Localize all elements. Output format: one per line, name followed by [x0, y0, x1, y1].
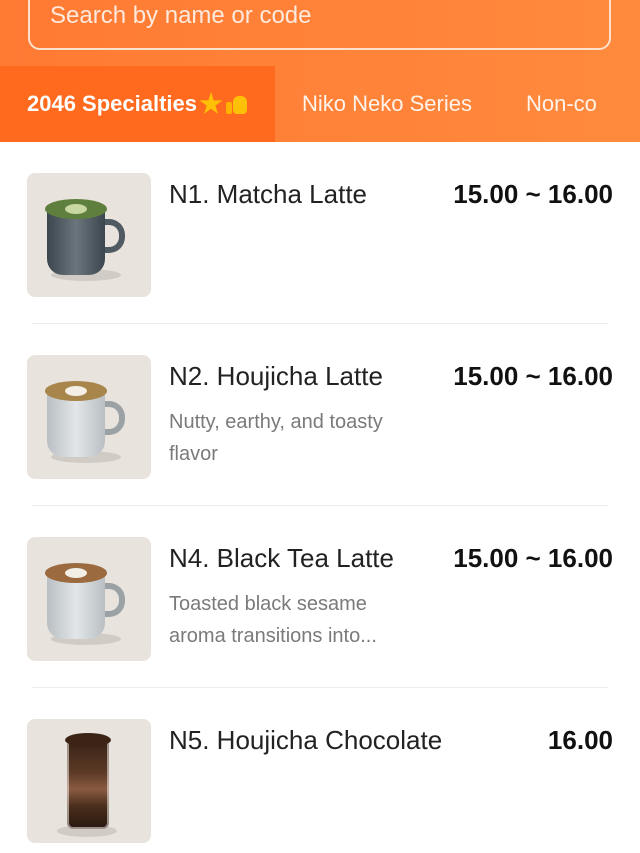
matcha-latte-image: [27, 173, 151, 297]
tab-label: Niko Neko Series: [302, 91, 472, 116]
search-input[interactable]: Search by name or code: [28, 0, 611, 50]
tab-2046-specialties[interactable]: 2046 Specialties: [0, 66, 276, 142]
item-description: Toasted black sesame aroma transitions i…: [169, 593, 377, 647]
tab-label: 2046 Specialties: [27, 91, 198, 116]
item-price: 16.00: [547, 725, 613, 755]
black-tea-latte-image: [27, 537, 151, 661]
search-placeholder: Search by name or code: [50, 2, 312, 29]
menu-item[interactable]: N1. Matcha Latte 15.00 ~ 16.00: [0, 142, 640, 324]
tab-niko-neko-series[interactable]: Niko Neko Series: [275, 66, 499, 142]
menu-item[interactable]: N5. Houjicha Chocolate 16.00: [0, 688, 640, 853]
menu-item[interactable]: N4. Black Tea Latte 15.00 ~ 16.00 Toaste…: [0, 506, 640, 688]
menu-item[interactable]: N2. Houjicha Latte 15.00 ~ 16.00 Nutty, …: [0, 324, 640, 506]
houjicha-latte-image: [27, 355, 151, 479]
thumbs-up-icon: [224, 92, 248, 116]
tab-label: Non-co: [525, 91, 597, 116]
tab-non-coffee[interactable]: Non-co: [499, 66, 624, 142]
item-name: N5. Houjicha Chocolate: [169, 725, 443, 755]
category-tabs: 2046 Specialties Niko Neko Series Non-co: [0, 66, 640, 142]
item-name: N4. Black Tea Latte: [169, 543, 394, 573]
item-price: 15.00 ~ 16.00: [453, 543, 613, 573]
item-price: 15.00 ~ 16.00: [453, 179, 613, 209]
star-icon: [199, 92, 223, 114]
item-price: 15.00 ~ 16.00: [453, 361, 613, 391]
item-description: Nutty, earthy, and toasty flavor: [169, 411, 383, 465]
header: Search by name or code 2046 Specialties …: [0, 0, 640, 142]
item-name: N1. Matcha Latte: [169, 179, 367, 209]
houjicha-chocolate-image: [27, 719, 151, 843]
item-name: N2. Houjicha Latte: [169, 361, 383, 391]
